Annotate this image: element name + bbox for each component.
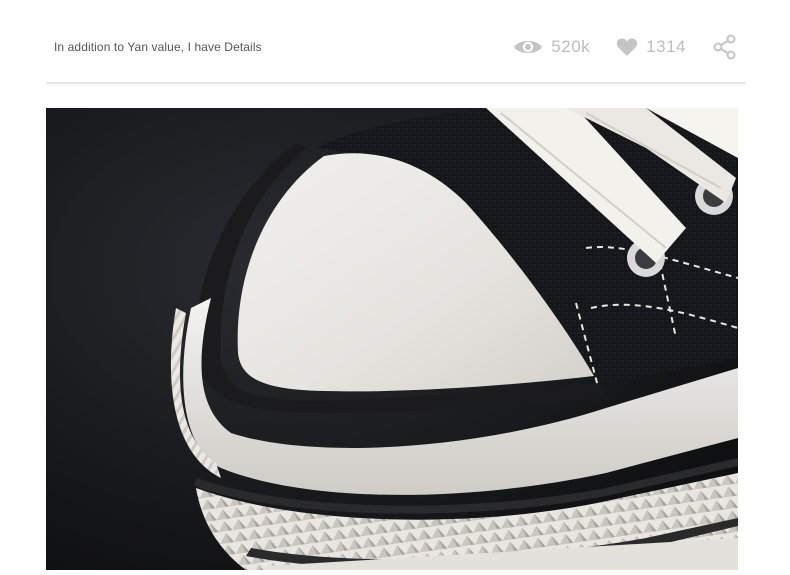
sneaker-toe-image <box>46 108 738 570</box>
like-button[interactable]: 1314 <box>616 37 686 57</box>
views-stat: 520k <box>513 37 590 57</box>
post-stats: 520k 1314 <box>513 34 738 60</box>
post-header: In addition to Yan value, I have Details… <box>46 22 746 84</box>
post-caption: In addition to Yan value, I have Details <box>54 40 262 54</box>
share-button[interactable] <box>712 34 738 60</box>
share-icon <box>712 34 738 60</box>
product-detail-page: In addition to Yan value, I have Details… <box>0 0 790 575</box>
views-count: 520k <box>551 37 591 56</box>
heart-icon <box>616 37 638 57</box>
product-photo <box>46 108 738 570</box>
likes-count: 1314 <box>646 37 686 56</box>
eye-icon <box>513 38 543 56</box>
